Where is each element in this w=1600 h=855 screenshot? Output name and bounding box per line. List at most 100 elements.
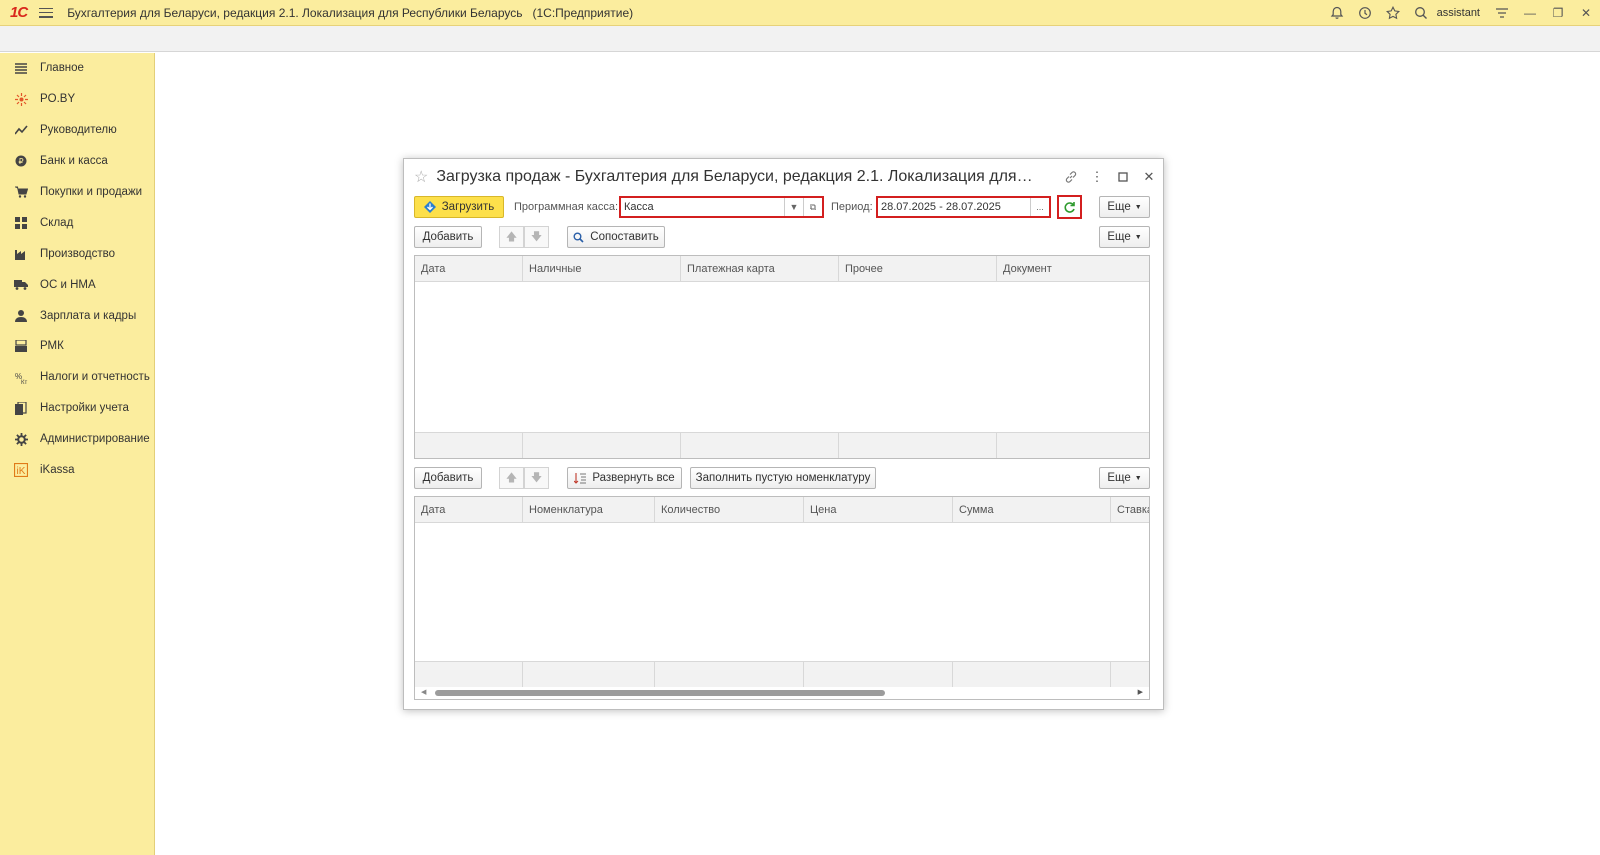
sidebar-item-label: РМК — [40, 340, 64, 353]
footer-cell — [839, 433, 997, 458]
sidebar-item-label: Главное — [40, 62, 84, 75]
scrollbar-thumb[interactable] — [435, 690, 885, 696]
payments-table[interactable]: Дата Наличные Платежная карта Прочее Док… — [414, 255, 1150, 459]
cash-register-value[interactable]: Касса — [621, 201, 784, 213]
truck-icon — [14, 278, 28, 292]
search-icon[interactable] — [1407, 0, 1435, 26]
sidebar-item-taxes[interactable]: % Кт Налоги и отчетность — [0, 362, 154, 393]
main-menu-icon[interactable] — [39, 7, 54, 18]
close-window-icon[interactable]: ✕ — [1572, 0, 1600, 26]
sidebar-item-label: Администрирование — [40, 433, 150, 446]
1c-logo[interactable]: 1С — [10, 4, 28, 21]
sidebar-item-salary[interactable]: Зарплата и кадры — [0, 300, 154, 331]
sidebar-item-administration[interactable]: Администрирование — [0, 424, 154, 455]
section-toolbar — [0, 26, 1600, 52]
refresh-icon — [1064, 201, 1075, 213]
column-header-cash[interactable]: Наличные — [523, 256, 681, 281]
column-header-price[interactable]: Цена — [804, 497, 953, 522]
sidebar-item-production[interactable]: Производство — [0, 238, 154, 269]
sidebar-item-label: Налоги и отчетность — [40, 371, 150, 384]
sidebar-item-purchases-sales[interactable]: Покупки и продажи — [0, 177, 154, 208]
column-header-other[interactable]: Прочее — [839, 256, 997, 281]
dropdown-arrow-icon[interactable]: ▼ — [784, 198, 803, 216]
load-button-label: Загрузить — [441, 201, 495, 213]
more-button-middle[interactable]: Еще ▼ — [1099, 226, 1150, 248]
sidebar-item-label: Склад — [40, 216, 74, 229]
cash-register-field[interactable]: Касса ▼ ⧉ — [619, 196, 824, 218]
column-header-quantity[interactable]: Количество — [655, 497, 804, 522]
favorites-star-icon[interactable] — [1379, 0, 1407, 26]
period-field[interactable]: 28.07.2025 - 28.07.2025 ... — [876, 196, 1051, 218]
goods-table-footer — [415, 661, 1149, 687]
trend-icon — [14, 123, 28, 137]
sidebar-item-po-by[interactable]: PO.BY — [0, 84, 154, 115]
sidebar-item-fixed-assets[interactable]: ОС и НМА — [0, 269, 154, 300]
more-button-bottom[interactable]: Еще ▼ — [1099, 467, 1150, 489]
cash-register-label: Программная касса: — [514, 201, 619, 213]
sidebar-item-label: Зарплата и кадры — [40, 309, 137, 322]
footer-cell — [655, 662, 804, 687]
gear-icon — [14, 432, 28, 446]
coin-icon: ₽ — [14, 154, 28, 168]
current-user[interactable]: assistant — [1437, 7, 1480, 19]
load-arrow-icon — [423, 201, 436, 213]
sidebar-item-warehouse[interactable]: Склад — [0, 207, 154, 238]
period-value[interactable]: 28.07.2025 - 28.07.2025 — [878, 201, 1030, 213]
history-icon[interactable] — [1351, 0, 1379, 26]
load-button[interactable]: Загрузить — [414, 196, 504, 218]
period-picker-button[interactable]: ... — [1030, 198, 1049, 216]
more-actions-icon[interactable]: ⋮ — [1086, 167, 1108, 187]
app-title: Бухгалтерия для Беларуси, редакция 2.1. … — [67, 5, 634, 20]
sidebar-item-rmk[interactable]: РМК — [0, 331, 154, 362]
column-header-rate[interactable]: Ставка — [1111, 497, 1149, 522]
scroll-right-icon[interactable]: ▶ — [1138, 687, 1143, 699]
notifications-bell-icon[interactable] — [1323, 0, 1351, 26]
restore-window-icon[interactable]: ❐ — [1544, 0, 1572, 26]
move-down-icon[interactable]: 🡇 — [524, 226, 549, 248]
payments-table-footer — [415, 432, 1149, 458]
sidebar-item-label: ОС и НМА — [40, 278, 96, 291]
sidebar-item-ikassa[interactable]: iK iKassa — [0, 455, 154, 486]
column-header-amount[interactable]: Сумма — [953, 497, 1111, 522]
column-header-date[interactable]: Дата — [415, 256, 523, 281]
close-dialog-icon[interactable]: ✕ — [1138, 167, 1160, 187]
more-button-top[interactable]: Еще ▼ — [1099, 196, 1150, 218]
fill-empty-items-button[interactable]: Заполнить пустую номенклатуру — [690, 467, 876, 489]
expand-all-button[interactable]: Развернуть все — [567, 467, 682, 489]
dialog-title: Загрузка продаж - Бухгалтерия для Белару… — [436, 168, 1037, 185]
sidebar-item-accounting-settings[interactable]: Настройки учета — [0, 393, 154, 424]
tax-icon: % Кт — [14, 370, 28, 384]
link-icon[interactable] — [1060, 167, 1082, 187]
sidebar-item-label: Производство — [40, 247, 115, 260]
column-header-document[interactable]: Документ — [997, 256, 1149, 281]
scroll-left-icon[interactable]: ◀ — [421, 687, 426, 699]
move-up-icon[interactable]: 🡅 — [499, 467, 524, 489]
open-item-icon[interactable]: ⧉ — [803, 198, 822, 216]
maximize-icon[interactable] — [1112, 167, 1134, 187]
move-buttons-bottom: 🡅 🡇 — [499, 467, 549, 489]
refresh-button[interactable] — [1057, 195, 1082, 219]
column-header-card[interactable]: Платежная карта — [681, 256, 839, 281]
payments-table-header: Дата Наличные Платежная карта Прочее Док… — [415, 256, 1149, 282]
add-goods-button[interactable]: Добавить — [414, 467, 482, 489]
sidebar-item-manager[interactable]: Руководителю — [0, 115, 154, 146]
match-button[interactable]: Сопоставить — [567, 226, 665, 248]
column-header-item[interactable]: Номенклатура — [523, 497, 655, 522]
sidebar-item-bank[interactable]: ₽ Банк и касса — [0, 146, 154, 177]
expand-tree-icon — [574, 472, 587, 484]
sidebar-item-label: iKassa — [40, 464, 75, 477]
horizontal-scrollbar[interactable]: ◀ ▶ — [415, 687, 1149, 699]
goods-table[interactable]: Дата Номенклатура Количество Цена Сумма … — [414, 496, 1150, 700]
settings-menu-icon[interactable] — [1488, 0, 1516, 26]
move-down-icon[interactable]: 🡇 — [524, 467, 549, 489]
minimize-window-icon[interactable]: — — [1516, 0, 1544, 26]
column-header-date[interactable]: Дата — [415, 497, 523, 522]
add-button-label: Добавить — [422, 231, 474, 243]
add-payment-button[interactable]: Добавить — [414, 226, 482, 248]
caret-down-icon: ▼ — [1134, 474, 1142, 482]
sidebar-item-main[interactable]: Главное — [0, 53, 154, 84]
favorite-star-icon[interactable]: ☆ — [414, 167, 428, 187]
footer-cell — [415, 662, 523, 687]
move-up-icon[interactable]: 🡅 — [499, 226, 524, 248]
sidebar-item-label: Покупки и продажи — [40, 186, 143, 198]
